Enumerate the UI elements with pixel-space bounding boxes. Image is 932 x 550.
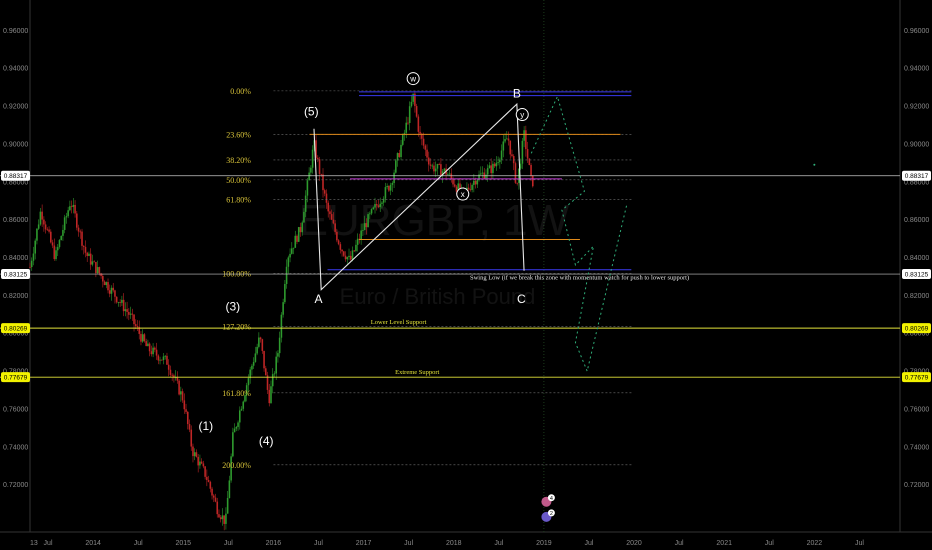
price-marker: 0.83125 bbox=[902, 269, 931, 280]
candle bbox=[401, 133, 404, 147]
y-tick-label-left: 0.96000 bbox=[3, 28, 28, 35]
x-tick-label: 2021 bbox=[716, 540, 732, 547]
svg-text:0.88317: 0.88317 bbox=[4, 173, 28, 180]
price-marker: 0.88317 bbox=[902, 170, 931, 181]
svg-text:0.77679: 0.77679 bbox=[4, 375, 28, 382]
price-marker: 0.83125 bbox=[1, 269, 30, 280]
y-tick-label-right: 0.94000 bbox=[904, 66, 929, 73]
projection-end-dot bbox=[813, 163, 816, 166]
wave-circle-label: y bbox=[515, 108, 529, 122]
svg-text:0.83125: 0.83125 bbox=[905, 272, 929, 279]
x-tick-label: 2022 bbox=[807, 540, 823, 547]
svg-text:0.80269: 0.80269 bbox=[905, 326, 929, 333]
svg-text:w: w bbox=[409, 75, 416, 84]
y-tick-label-left: 0.90000 bbox=[3, 141, 28, 148]
y-tick-label-left: 0.84000 bbox=[3, 255, 28, 262]
x-tick-label: Jul bbox=[765, 540, 774, 547]
y-tick-label-right: 0.90000 bbox=[904, 141, 929, 148]
svg-text:x: x bbox=[461, 190, 465, 199]
x-tick-label: 2014 bbox=[85, 540, 101, 547]
candle bbox=[395, 158, 397, 174]
x-tick-label: 2016 bbox=[266, 540, 282, 547]
symbol-watermark: EURGBP, 1W bbox=[299, 196, 570, 245]
svg-text:0.83125: 0.83125 bbox=[4, 272, 28, 279]
svg-text:4: 4 bbox=[550, 496, 553, 502]
svg-text:y: y bbox=[520, 111, 524, 120]
price-marker: 0.80269 bbox=[1, 323, 30, 334]
y-tick-label-right: 0.82000 bbox=[904, 293, 929, 300]
y-tick-label-right: 0.96000 bbox=[904, 28, 929, 35]
x-tick-label: Jul bbox=[404, 540, 413, 547]
y-tick-label-right: 0.76000 bbox=[904, 406, 929, 413]
x-tick-label: Jul bbox=[314, 540, 323, 547]
svg-text:0.77679: 0.77679 bbox=[905, 375, 929, 382]
x-tick-label: 13 bbox=[30, 540, 38, 547]
candle bbox=[367, 212, 369, 228]
fib-level-label: 161.80% bbox=[222, 389, 251, 398]
price-marker: 0.77679 bbox=[1, 372, 30, 383]
wave-circle-label: w bbox=[406, 72, 420, 86]
wave-label: B bbox=[513, 87, 521, 101]
x-tick-label: 2018 bbox=[446, 540, 462, 547]
chart-annotation: Lower Level Support bbox=[371, 319, 427, 326]
y-tick-label-left: 0.94000 bbox=[3, 66, 28, 73]
price-marker: 0.80269 bbox=[902, 323, 931, 334]
candle bbox=[60, 235, 63, 241]
wave-label: A bbox=[314, 292, 322, 306]
y-tick-label-left: 0.86000 bbox=[3, 217, 28, 224]
x-tick-label: Jul bbox=[675, 540, 684, 547]
y-tick-label-right: 0.84000 bbox=[904, 255, 929, 262]
y-tick-label-left: 0.74000 bbox=[3, 444, 28, 451]
candle bbox=[528, 158, 531, 166]
y-tick-label-left: 0.72000 bbox=[3, 482, 28, 489]
chart-annotation: Swing Low (if we break this zone with mo… bbox=[470, 275, 689, 282]
y-tick-label-right: 0.86000 bbox=[904, 217, 929, 224]
candle bbox=[297, 226, 300, 243]
x-tick-label: Jul bbox=[584, 540, 593, 547]
svg-text:2: 2 bbox=[550, 511, 553, 517]
fib-level-label: 23.60% bbox=[226, 130, 251, 139]
y-tick-label-right: 0.72000 bbox=[904, 482, 929, 489]
candle bbox=[514, 161, 517, 184]
wave-label: C bbox=[517, 292, 526, 306]
y-tick-label-left: 0.82000 bbox=[3, 293, 28, 300]
fib-level-label: 127.20% bbox=[222, 323, 251, 332]
x-tick-label: Jul bbox=[134, 540, 143, 547]
price-marker: 0.77679 bbox=[902, 372, 931, 383]
wave-label: (5) bbox=[304, 104, 319, 118]
candle bbox=[76, 211, 78, 231]
fib-level-label: 0.00% bbox=[230, 87, 251, 96]
x-tick-label: 2017 bbox=[356, 540, 372, 547]
svg-text:0.80269: 0.80269 bbox=[4, 326, 28, 333]
fib-level-label: 38.20% bbox=[226, 156, 251, 165]
x-tick-label: Jul bbox=[855, 540, 864, 547]
svg-text:0.88317: 0.88317 bbox=[905, 173, 929, 180]
wave-label: (1) bbox=[198, 419, 213, 433]
candle bbox=[178, 379, 180, 396]
y-tick-label-left: 0.76000 bbox=[3, 406, 28, 413]
x-tick-label: Jul bbox=[494, 540, 503, 547]
fib-level-label: 61.80% bbox=[226, 196, 251, 205]
chart-annotation: Extreme Support bbox=[395, 369, 439, 376]
chart-background bbox=[0, 0, 932, 550]
x-tick-label: Jul bbox=[224, 540, 233, 547]
wave-label: (4) bbox=[259, 434, 274, 448]
price-chart[interactable]: EURGBP, 1W Euro / British Pound 0.96000 0.9… bbox=[0, 0, 932, 550]
name-watermark: Euro / British Pound bbox=[340, 284, 536, 309]
x-tick-label: 2015 bbox=[175, 540, 191, 547]
y-tick-label-right: 0.74000 bbox=[904, 444, 929, 451]
x-tick-label: 2020 bbox=[626, 540, 642, 547]
x-tick-label: 2019 bbox=[536, 540, 552, 547]
x-tick-label: Jul bbox=[44, 540, 53, 547]
fib-level-label: 200.00% bbox=[222, 461, 251, 470]
fib-level-label: 50.00% bbox=[226, 176, 251, 185]
price-marker: 0.88317 bbox=[1, 170, 30, 181]
wave-label: (3) bbox=[226, 299, 241, 313]
y-tick-label-right: 0.92000 bbox=[904, 104, 929, 111]
wave-circle-label: x bbox=[456, 187, 470, 201]
candle bbox=[531, 175, 534, 188]
y-tick-label-left: 0.92000 bbox=[3, 104, 28, 111]
